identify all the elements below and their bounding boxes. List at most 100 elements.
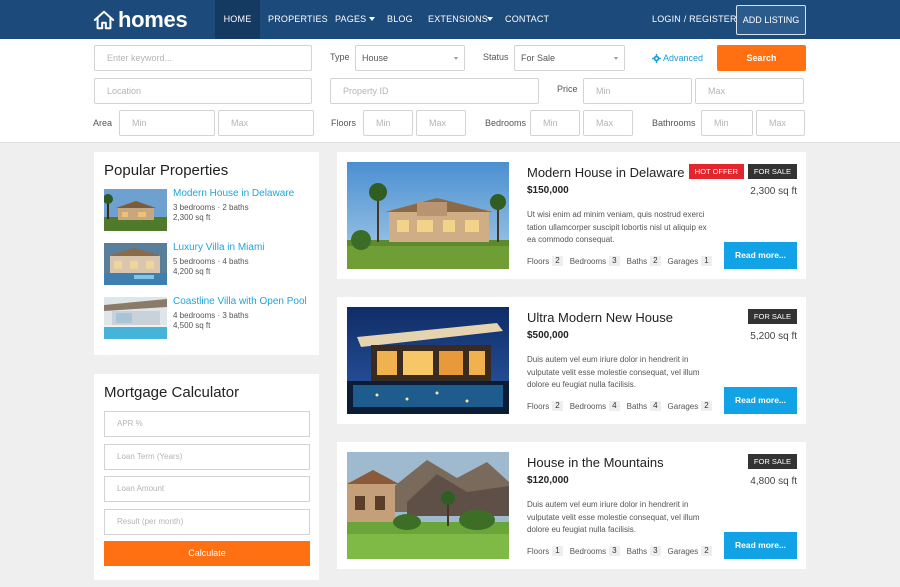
garages-label: Garages	[667, 546, 699, 556]
mortgage-calculator-card: Mortgage Calculator APR % Loan Term (Yea…	[94, 374, 319, 580]
floors-label: Floors	[331, 118, 357, 128]
listing-area: 4,800 sq ft	[750, 476, 797, 487]
bedrooms-value: 4	[609, 401, 620, 411]
listing-features: Floors 2 Bedrooms 3 Baths 2 Garages 1	[527, 256, 719, 266]
listing-photo[interactable]	[347, 162, 509, 269]
area-max-input[interactable]: Max	[218, 110, 314, 136]
add-listing-button[interactable]: ADD LISTING	[736, 5, 806, 35]
floors-value: 1	[552, 546, 563, 556]
nav-extensions[interactable]: EXTENSIONS	[428, 0, 488, 39]
floors-value: 2	[552, 256, 563, 266]
price-min-input[interactable]: Min	[583, 78, 692, 104]
price-label: Price	[557, 84, 578, 94]
bedrooms-label: Bedrooms	[569, 401, 607, 411]
popular-item-area: 4,500 sq ft	[173, 321, 211, 330]
loan-amount-input[interactable]: Loan Amount	[104, 476, 310, 502]
floors-max-input[interactable]: Max	[416, 110, 466, 136]
popular-item[interactable]: Coastline Villa with Open Pool 4 bedroom…	[104, 296, 314, 341]
nav-blog[interactable]: BLOG	[387, 0, 413, 39]
house-icon	[93, 10, 115, 30]
bathrooms-label: Bathrooms	[652, 118, 696, 128]
popular-item[interactable]: Luxury Villa in Miami 5 bedrooms · 4 bat…	[104, 242, 314, 287]
brand-logo[interactable]: homes	[93, 7, 188, 32]
read-more-button[interactable]: Read more...	[724, 387, 797, 414]
listing-photo[interactable]	[347, 452, 509, 559]
listing-title[interactable]: Ultra Modern New House	[527, 310, 673, 325]
listing-description: Duis autem vel eum iriure dolor in hendr…	[527, 355, 700, 389]
status-select[interactable]: For Sale	[514, 45, 625, 71]
baths-label: Baths	[626, 401, 648, 411]
advanced-label: Advanced	[663, 53, 704, 63]
listing-title[interactable]: House in the Mountains	[527, 455, 664, 470]
nav-contact[interactable]: CONTACT	[505, 0, 549, 39]
type-select[interactable]: House	[355, 45, 465, 71]
floors-min-input[interactable]: Min	[363, 110, 413, 136]
popular-item-name[interactable]: Coastline Villa with Open Pool	[173, 296, 307, 307]
popular-properties-card: Popular Properties Modern House in Delaw…	[94, 152, 319, 355]
for-sale-badge: FOR SALE	[747, 454, 797, 469]
area-min-input[interactable]: Min	[119, 110, 215, 136]
chevron-down-icon	[487, 17, 493, 21]
popular-properties-title: Popular Properties	[104, 162, 229, 179]
search-panel: Enter keyword... Type House Status For S…	[0, 39, 900, 143]
popular-item-area: 4,200 sq ft	[173, 267, 211, 276]
property-thumbnail[interactable]	[104, 297, 167, 339]
result-input[interactable]: Result (per month)	[104, 509, 310, 535]
chevron-down-icon	[614, 57, 618, 60]
bedrooms-max-input[interactable]: Max	[583, 110, 633, 136]
popular-item-area: 2,300 sq ft	[173, 213, 211, 222]
nav-blog-label: BLOG	[387, 14, 413, 24]
bedrooms-label: Bedrooms	[569, 546, 607, 556]
bedrooms-label: Bedrooms	[569, 256, 607, 266]
listing-description: Ut wisi enim ad minim veniam, quis nostr…	[527, 210, 707, 244]
listing-description: Duis autem vel eum iriure dolor in hendr…	[527, 500, 700, 534]
for-sale-badge: FOR SALE	[747, 309, 797, 324]
price-max-input[interactable]: Max	[695, 78, 804, 104]
bathrooms-max-input[interactable]: Max	[756, 110, 805, 136]
location-input[interactable]: Location	[94, 78, 312, 104]
nav-pages[interactable]: PAGES	[335, 0, 366, 39]
nav-extensions-label: EXTENSIONS	[428, 14, 489, 24]
floors-label: Floors	[527, 546, 550, 556]
calculate-button[interactable]: Calculate	[104, 541, 310, 566]
nav-properties[interactable]: PROPERTIES	[268, 0, 328, 39]
garages-value: 1	[701, 256, 712, 266]
read-more-button[interactable]: Read more...	[724, 532, 797, 559]
garages-label: Garages	[667, 401, 699, 411]
type-label: Type	[330, 52, 350, 62]
listing-area: 2,300 sq ft	[750, 186, 797, 197]
bathrooms-min-input[interactable]: Min	[701, 110, 753, 136]
read-more-button[interactable]: Read more...	[724, 242, 797, 269]
top-navbar: homes HOME PROPERTIES PAGES BLOG EXTENSI…	[0, 0, 900, 39]
keyword-input[interactable]: Enter keyword...	[94, 45, 312, 71]
nav-properties-label: PROPERTIES	[268, 14, 328, 24]
apr-input[interactable]: APR %	[104, 411, 310, 437]
floors-label: Floors	[527, 256, 550, 266]
listing-area: 5,200 sq ft	[750, 331, 797, 342]
login-register-link[interactable]: LOGIN / REGISTER	[652, 0, 737, 39]
brand-name: homes	[118, 7, 188, 32]
property-thumbnail[interactable]	[104, 189, 167, 231]
listing-card: Modern House in Delaware HOT OFFER FOR S…	[337, 152, 806, 279]
search-button[interactable]: Search	[717, 45, 806, 71]
listing-title[interactable]: Modern House in Delaware	[527, 165, 685, 180]
advanced-search-toggle[interactable]: Advanced	[652, 53, 703, 63]
listing-photo[interactable]	[347, 307, 509, 414]
popular-item-name[interactable]: Luxury Villa in Miami	[173, 242, 265, 253]
nav-home[interactable]: HOME	[215, 0, 260, 39]
popular-item[interactable]: Modern House in Delaware 3 bedrooms · 2 …	[104, 188, 314, 233]
bedrooms-value: 3	[609, 256, 620, 266]
loan-term-input[interactable]: Loan Term (Years)	[104, 444, 310, 470]
popular-item-name[interactable]: Modern House in Delaware	[173, 188, 294, 199]
bedrooms-min-input[interactable]: Min	[530, 110, 580, 136]
bedrooms-label: Bedrooms	[485, 118, 527, 128]
bedrooms-value: 3	[609, 546, 620, 556]
floors-value: 2	[552, 401, 563, 411]
listing-price: $150,000	[527, 185, 569, 196]
property-thumbnail[interactable]	[104, 243, 167, 285]
listing-features: Floors 1 Bedrooms 3 Baths 3 Garages 2	[527, 546, 719, 556]
baths-value: 4	[650, 401, 661, 411]
type-select-value: House	[362, 53, 389, 63]
baths-value: 3	[650, 546, 661, 556]
property-id-input[interactable]: Property ID	[330, 78, 539, 104]
